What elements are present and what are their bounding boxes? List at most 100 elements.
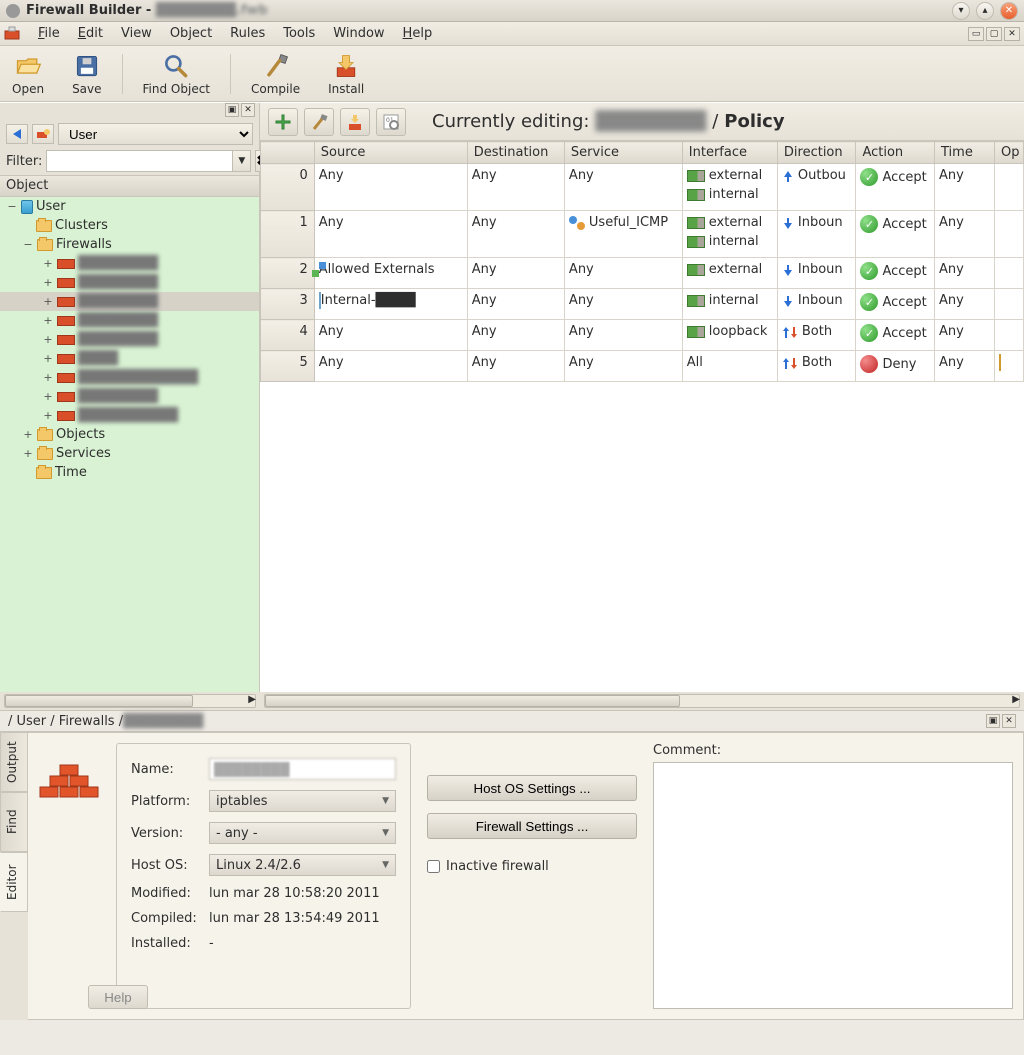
library-selector[interactable]: User <box>58 123 253 145</box>
tab-find[interactable]: Find <box>0 792 28 852</box>
col-action[interactable]: Action <box>856 142 935 164</box>
table-row[interactable]: 0AnyAnyAny external internal Outbou✓ Acc… <box>261 164 1024 211</box>
cell-direction[interactable]: Inboun <box>777 211 856 258</box>
maximize-button[interactable]: ▴ <box>976 2 994 20</box>
tree-node-services[interactable]: +Services <box>0 444 259 463</box>
cell-direction[interactable]: Outbou <box>777 164 856 211</box>
tab-editor[interactable]: Editor <box>0 852 28 912</box>
menu-object[interactable]: Object <box>162 24 220 43</box>
menu-help[interactable]: Help <box>395 24 441 43</box>
tab-output[interactable]: Output <box>0 732 28 792</box>
cell-destination[interactable]: Any <box>467 211 564 258</box>
cell-options[interactable] <box>994 320 1023 351</box>
save-button[interactable]: Save <box>72 52 101 96</box>
cell-interface[interactable]: external internal <box>682 211 777 258</box>
cell-interface[interactable]: loopback <box>682 320 777 351</box>
tree-node-firewall-selected[interactable]: +████████ <box>0 292 259 311</box>
cell-options[interactable] <box>994 289 1023 320</box>
tree-node-firewall[interactable]: +████████ <box>0 330 259 349</box>
cell-source[interactable]: Any <box>314 320 467 351</box>
minimize-button[interactable]: ▾ <box>952 2 970 20</box>
rules-hscroll[interactable] <box>264 694 1020 708</box>
cell-direction[interactable]: Both <box>777 320 856 351</box>
tree-node-firewall[interactable]: +████ <box>0 349 259 368</box>
tree-node-firewall[interactable]: +████████ <box>0 311 259 330</box>
cell-destination[interactable]: Any <box>467 289 564 320</box>
object-tree[interactable]: −User Clusters −Firewalls +████████ +███… <box>0 197 259 692</box>
cell-service[interactable]: Any <box>564 351 682 382</box>
menu-window[interactable]: Window <box>325 24 392 43</box>
table-row[interactable]: 3 Internal-████AnyAny internal Inboun✓ A… <box>261 289 1024 320</box>
filter-input[interactable] <box>47 151 232 171</box>
close-button[interactable]: ✕ <box>1000 2 1018 20</box>
table-row[interactable]: 4AnyAnyAny loopback Both✓ AcceptAny <box>261 320 1024 351</box>
cell-interface[interactable]: external <box>682 258 777 289</box>
table-row[interactable]: 2 Allowed ExternalsAnyAny external Inbou… <box>261 258 1024 289</box>
platform-select[interactable]: iptables▼ <box>209 790 396 812</box>
cell-service[interactable]: Any <box>564 320 682 351</box>
cell-time[interactable]: Any <box>935 289 995 320</box>
menu-view[interactable]: View <box>113 24 160 43</box>
cell-time[interactable]: Any <box>935 320 995 351</box>
cell-source[interactable]: Internal-████ <box>314 289 467 320</box>
col-time[interactable]: Time <box>935 142 995 164</box>
tree-node-firewall[interactable]: +████████████ <box>0 368 259 387</box>
menu-rules[interactable]: Rules <box>222 24 273 43</box>
filter-input-combo[interactable]: ▼ <box>46 150 251 172</box>
mdi-minimize-icon[interactable]: ▭ <box>968 27 984 41</box>
cell-interface[interactable]: internal <box>682 289 777 320</box>
cell-time[interactable]: Any <box>935 351 995 382</box>
cell-action[interactable]: ✓ Accept <box>856 164 935 211</box>
compile-button[interactable]: Compile <box>251 52 300 96</box>
menu-file[interactable]: File <box>30 24 68 43</box>
cell-time[interactable]: Any <box>935 164 995 211</box>
cell-interface[interactable]: All <box>682 351 777 382</box>
add-rule-button[interactable] <box>268 108 298 136</box>
rules-table[interactable]: Source Destination Service Interface Dir… <box>260 141 1024 382</box>
cell-options[interactable] <box>994 258 1023 289</box>
cell-direction[interactable]: Both <box>777 351 856 382</box>
tree-node-firewall[interactable]: +████████ <box>0 273 259 292</box>
cell-options[interactable] <box>994 351 1023 382</box>
mdi-close-icon[interactable]: ✕ <box>1004 27 1020 41</box>
firewall-settings-button[interactable]: Firewall Settings ... <box>427 813 637 839</box>
version-select[interactable]: - any -▼ <box>209 822 396 844</box>
col-service[interactable]: Service <box>564 142 682 164</box>
tree-node-firewall[interactable]: +████████ <box>0 387 259 406</box>
help-button[interactable]: Help <box>88 985 148 1009</box>
col-interface[interactable]: Interface <box>682 142 777 164</box>
hostos-select[interactable]: Linux 2.4/2.6▼ <box>209 854 396 876</box>
cell-action[interactable]: ✓ Accept <box>856 320 935 351</box>
find-object-button[interactable]: Find Object <box>143 52 210 96</box>
tree-hscroll[interactable] <box>4 694 256 708</box>
new-object-button[interactable] <box>32 124 54 144</box>
tree-node-user[interactable]: −User <box>0 197 259 216</box>
mdi-maximize-icon[interactable]: ▢ <box>986 27 1002 41</box>
cell-source[interactable]: Any <box>314 164 467 211</box>
cell-time[interactable]: Any <box>935 258 995 289</box>
tree-node-firewall[interactable]: +████████ <box>0 254 259 273</box>
cell-time[interactable]: Any <box>935 211 995 258</box>
cell-source[interactable]: Any <box>314 351 467 382</box>
tree-node-objects[interactable]: +Objects <box>0 425 259 444</box>
cell-action[interactable]: Deny <box>856 351 935 382</box>
chevron-down-icon[interactable]: ▼ <box>232 151 250 171</box>
cell-direction[interactable]: Inboun <box>777 289 856 320</box>
compile-rules-button[interactable] <box>304 108 334 136</box>
install-button[interactable]: Install <box>328 52 364 96</box>
cell-action[interactable]: ✓ Accept <box>856 211 935 258</box>
tree-node-firewalls[interactable]: −Firewalls <box>0 235 259 254</box>
editor-dock-icon[interactable]: ▣ <box>986 714 1000 728</box>
name-field[interactable] <box>209 758 396 780</box>
back-button[interactable] <box>6 124 28 144</box>
panel-dock-icon[interactable]: ▣ <box>225 103 239 117</box>
cell-destination[interactable]: Any <box>467 351 564 382</box>
table-row[interactable]: 5AnyAnyAnyAll Both DenyAny <box>261 351 1024 382</box>
cell-action[interactable]: ✓ Accept <box>856 289 935 320</box>
col-num[interactable] <box>261 142 315 164</box>
cell-interface[interactable]: external internal <box>682 164 777 211</box>
cell-options[interactable] <box>994 211 1023 258</box>
menu-edit[interactable]: Edit <box>70 24 111 43</box>
col-destination[interactable]: Destination <box>467 142 564 164</box>
install-rules-button[interactable] <box>340 108 370 136</box>
